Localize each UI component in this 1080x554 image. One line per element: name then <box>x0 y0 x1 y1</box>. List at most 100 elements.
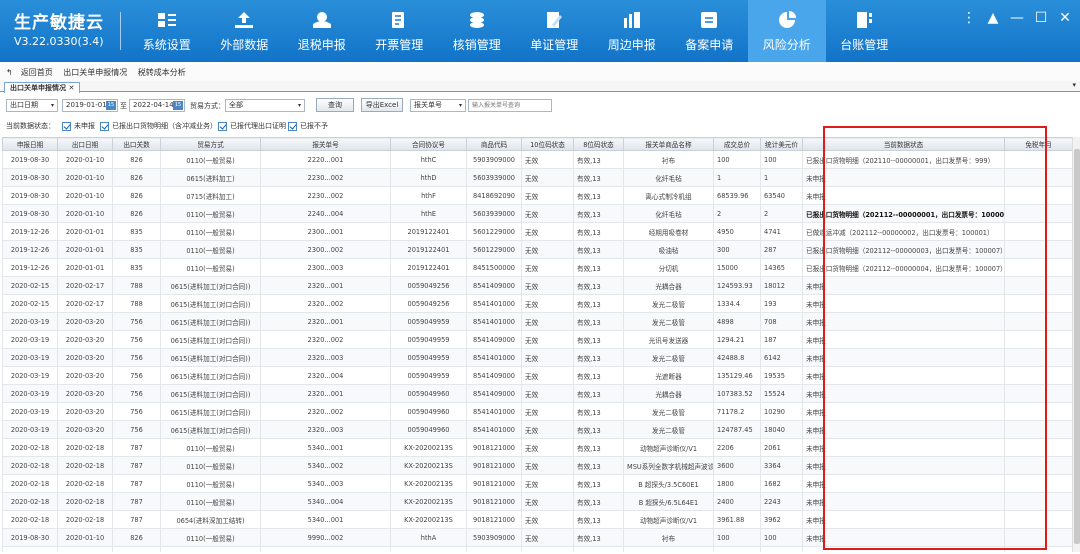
table-cell: 6142 <box>760 348 803 367</box>
table-cell: KX-20200213S <box>390 492 467 511</box>
column-header[interactable]: 申报日期 <box>2 137 58 151</box>
column-header[interactable]: 贸易方式 <box>160 137 261 151</box>
column-header[interactable]: 免税年月 <box>1004 137 1072 151</box>
table-row[interactable]: 2020-03-19 2020-03-20 756 0615(进料加工(对口合同)) 2… <box>2 366 1072 385</box>
date-type-select[interactable]: 出口日期 ▾ <box>6 99 58 112</box>
search-input[interactable] <box>468 99 552 112</box>
status-option-unfiled[interactable]: 未申报 <box>62 121 95 131</box>
table-row[interactable]: 2019-08-30 2020-01-10 826 0110(一般贸易) 2240...… <box>2 204 1072 223</box>
tab-export-declaration[interactable]: 出口关单申报情况 ✕ <box>4 82 81 93</box>
nav-item-3[interactable]: 开票管理 <box>361 0 439 62</box>
table-cell: 835 <box>112 258 161 277</box>
nav-item-5[interactable]: 单证管理 <box>516 0 594 62</box>
column-header[interactable]: 成交总价 <box>713 137 761 151</box>
table-cell: 2020-02-18 <box>2 510 58 529</box>
table-cell: 756 <box>112 384 161 403</box>
table-cell: 有效,13 <box>573 204 624 223</box>
search-field-value: 报关单号 <box>414 101 442 109</box>
status-option-agent-proof[interactable]: 已报代理出口证明 <box>218 121 286 131</box>
table-row[interactable]: 2019-12-26 2020-01-01 835 0110(一般贸易) 2300...… <box>2 240 1072 259</box>
query-button[interactable]: 查询 <box>316 98 354 112</box>
vertical-scrollbar[interactable] <box>1072 137 1080 552</box>
trade-mode-select[interactable]: 全部 ▾ <box>225 99 305 112</box>
table-row[interactable]: 2020-03-19 2020-03-20 756 0615(进料加工(对口合同)) 2… <box>2 420 1072 439</box>
table-cell: MSU系列全数字机械超声波诊断... <box>623 456 714 475</box>
table-cell: 无效 <box>521 168 574 187</box>
table-cell: 187 <box>760 330 803 349</box>
table-row[interactable]: 2020-02-15 2020-02-17 788 0615(进料加工(对口合同)) 2… <box>2 276 1072 295</box>
date-to-field[interactable]: 2022-04-14 15 <box>129 99 185 112</box>
table-cell: 2020-03-20 <box>57 312 113 331</box>
table-row[interactable]: 2019-08-30 2020-01-10 826 0615(进料加工) 2230...… <box>2 168 1072 187</box>
nav-item-0[interactable]: 系统设置 <box>128 0 206 62</box>
calendar-icon[interactable]: 15 <box>173 101 183 110</box>
minimize-icon[interactable]: — <box>1010 10 1024 26</box>
date-from-field[interactable]: 2019-01-01 15 <box>62 99 118 112</box>
maximize-icon[interactable]: ☐ <box>1034 10 1048 26</box>
column-header[interactable]: 出口日期 <box>57 137 113 151</box>
table-row[interactable]: 2019-08-30 2020-01-10 826 0110(一般贸易) 2220...… <box>2 150 1072 169</box>
column-header[interactable]: 8位码状态 <box>573 137 624 151</box>
table-cell: 5340...003 <box>260 474 391 493</box>
table-row[interactable]: 2020-02-18 2020-02-18 787 0110(一般贸易) 5340...… <box>2 474 1072 493</box>
status-option-goods-detail[interactable]: 已报出口货物明细（含冲减业务） <box>100 121 217 131</box>
table-row[interactable]: 2019-08-30 2020-01-10 826 0715(进料加工) 2230...… <box>2 186 1072 205</box>
table-row[interactable]: 2020-02-18 2020-02-18 787 0654(进料深加工结转) 5340… <box>2 510 1072 529</box>
nav-item-9[interactable]: 台账管理 <box>826 0 904 62</box>
table-row[interactable]: 2019-12-26 2020-01-01 835 0110(一般贸易) 2300...… <box>2 222 1072 241</box>
export-excel-button[interactable]: 导出Excel <box>361 98 403 112</box>
tab-dropdown-icon[interactable]: ▾ <box>1072 81 1076 89</box>
table-cell: 分切机 <box>623 258 714 277</box>
nav-item-4[interactable]: 核销管理 <box>438 0 516 62</box>
column-header[interactable]: 报关单号 <box>260 137 391 151</box>
table-cell: 有效,13 <box>573 438 624 457</box>
table-row[interactable]: 2020-02-18 2020-02-18 787 0110(一般贸易) 5340...… <box>2 492 1072 511</box>
table-row[interactable]: 2020-03-19 2020-03-20 756 0615(进料加工(对口合同)) 2… <box>2 384 1072 403</box>
table-cell: 2020-02-18 <box>2 492 58 511</box>
column-header[interactable]: 10位码状态 <box>521 137 574 151</box>
column-header[interactable]: 统计美元价 <box>760 137 803 151</box>
table-cell: 2220...001 <box>260 150 391 169</box>
column-header[interactable]: 商品代码 <box>466 137 522 151</box>
nav-item-2[interactable]: 退税申报 <box>283 0 361 62</box>
column-header[interactable]: 报关单商品名称 <box>623 137 714 151</box>
table-row[interactable]: 2020-03-19 2020-03-20 756 0615(进料加工(对口合同)) 2… <box>2 330 1072 349</box>
column-header[interactable]: 合同协议号 <box>390 137 467 151</box>
table-row[interactable]: 2020-02-18 2020-02-18 787 0110(一般贸易) 5340...… <box>2 438 1072 457</box>
menu-icon[interactable]: ⋮ <box>962 10 976 26</box>
table-row[interactable]: 2020-03-19 2020-03-20 756 0615(进料加工(对口合同)) 2… <box>2 348 1072 367</box>
table-row[interactable]: 2020-02-18 2020-02-18 787 0110(一般贸易) 5340...… <box>2 456 1072 475</box>
table-row[interactable]: 2019-08-302020-01-108260110(一般贸易)9990...… <box>2 546 1072 552</box>
tab-close-icon[interactable]: ✕ <box>68 84 74 92</box>
column-header[interactable]: 当前数据状态 <box>802 137 1005 151</box>
back-home-link[interactable]: 返回首页 <box>21 68 53 77</box>
breadcrumb-cost-analysis[interactable]: 税转成本分析 <box>138 68 186 77</box>
close-icon[interactable]: ✕ <box>1058 10 1072 26</box>
collapse-icon[interactable]: ▲ <box>986 10 1000 26</box>
search-field-select[interactable]: 报关单号 ▾ <box>410 99 466 112</box>
nav-item-6[interactable]: 周边申报 <box>593 0 671 62</box>
table-row[interactable]: 2020-03-19 2020-03-20 756 0615(进料加工(对口合同)) 2… <box>2 312 1072 331</box>
nav-item-1[interactable]: 外部数据 <box>206 0 284 62</box>
nav-item-7[interactable]: 备案申请 <box>671 0 749 62</box>
table-row[interactable]: 2019-12-26 2020-01-01 835 0110(一般贸易) 2300...… <box>2 258 1072 277</box>
table-row[interactable]: 2020-02-15 2020-02-17 788 0615(进料加工(对口合同)) 2… <box>2 294 1072 313</box>
scrollbar-thumb[interactable] <box>1074 149 1080 544</box>
status-option-denied[interactable]: 已报不予 <box>288 121 328 131</box>
table-row[interactable]: 2019-08-302020-01-108260110(一般贸易)9990...… <box>2 528 1072 547</box>
table-cell: 2240...004 <box>260 204 391 223</box>
table-cell: 2020-02-15 <box>2 276 58 295</box>
calendar-icon[interactable]: 15 <box>106 101 116 110</box>
table-cell: 无效 <box>521 438 574 457</box>
table-cell: 708 <box>760 312 803 331</box>
table-cell: 63540 <box>760 186 803 205</box>
nav-item-8[interactable]: 风险分析 <box>748 0 826 62</box>
breadcrumb-export-declaration[interactable]: 出口关单申报情况 <box>63 68 127 77</box>
home-arrow-icon[interactable]: ↰ <box>6 68 13 77</box>
column-header[interactable]: 出口关数 <box>112 137 161 151</box>
table-cell: 0615(进料加工(对口合同)) <box>160 366 261 385</box>
table-cell: 0110(一般贸易) <box>160 456 261 475</box>
checkbox-icon <box>100 121 109 131</box>
table-cell: 787 <box>112 510 161 529</box>
table-row[interactable]: 2020-03-19 2020-03-20 756 0615(进料加工(对口合同)) 2… <box>2 402 1072 421</box>
